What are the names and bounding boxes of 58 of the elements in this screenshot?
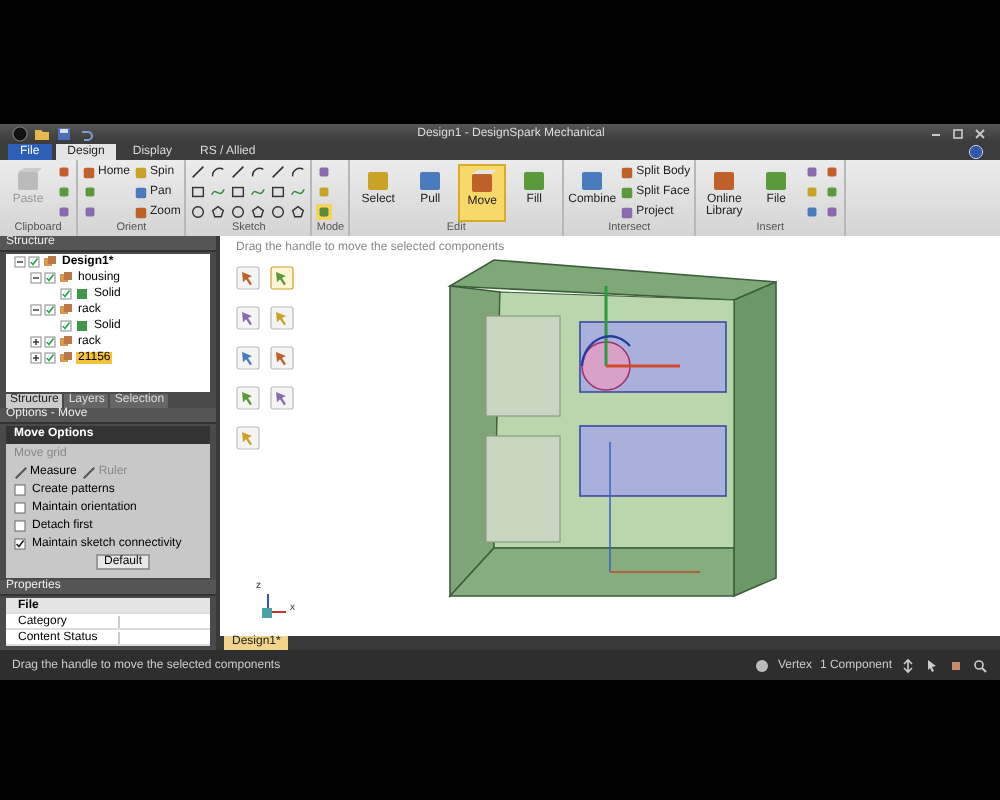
maximize-icon[interactable] — [950, 125, 966, 141]
tool-icon — [468, 167, 497, 195]
tool-icon[interactable] — [316, 204, 333, 220]
line-tool-icon[interactable] — [230, 164, 247, 180]
save-icon[interactable] — [56, 125, 72, 141]
checkbox[interactable] — [44, 336, 56, 348]
line-tool-icon[interactable] — [270, 164, 287, 180]
checkbox[interactable] — [60, 288, 72, 300]
tool-icon[interactable] — [316, 164, 333, 180]
checkbox[interactable] — [14, 538, 26, 551]
expander-icon[interactable] — [30, 272, 42, 284]
axis-triad-icon — [256, 592, 288, 624]
circle-tool-icon[interactable] — [230, 204, 247, 220]
magnifier-icon[interactable] — [972, 657, 988, 673]
tool-icon[interactable] — [270, 346, 294, 370]
checkbox[interactable] — [14, 520, 26, 533]
rectangle-tool-icon[interactable] — [190, 184, 207, 200]
ruler-icon — [14, 465, 28, 480]
ruler-icon — [82, 465, 97, 480]
polygon-tool-icon[interactable] — [250, 204, 267, 220]
expander-icon[interactable] — [14, 256, 26, 268]
rectangle-tool-icon[interactable] — [230, 184, 247, 200]
rectangle-tool-icon[interactable] — [270, 184, 287, 200]
undo-icon[interactable] — [78, 125, 94, 141]
checkbox[interactable] — [14, 502, 26, 515]
tool-icon[interactable] — [236, 426, 260, 450]
checkbox[interactable] — [44, 352, 56, 364]
checkbox[interactable] — [44, 272, 56, 284]
polygon-tool-icon[interactable] — [210, 204, 227, 220]
circle-tool-icon[interactable] — [270, 204, 287, 220]
circle-tool-icon[interactable] — [190, 204, 207, 220]
tool-icon[interactable] — [270, 266, 294, 290]
expander-icon[interactable] — [30, 336, 42, 348]
cube-icon[interactable] — [948, 657, 964, 673]
polygon-tool-icon[interactable] — [290, 204, 307, 220]
tool-icon[interactable] — [236, 386, 260, 410]
arc-tool-icon[interactable] — [290, 164, 307, 180]
tool-icon — [14, 165, 42, 193]
help-icon[interactable] — [968, 144, 984, 160]
arrows-icon[interactable] — [900, 657, 916, 673]
line-tool-icon[interactable] — [190, 164, 207, 180]
tool-icon[interactable] — [236, 346, 260, 370]
expander-icon[interactable] — [30, 304, 42, 316]
cursor-icon[interactable] — [924, 657, 940, 673]
sphere-icon[interactable] — [753, 657, 770, 673]
checkbox[interactable] — [14, 484, 26, 497]
close-icon[interactable] — [972, 125, 988, 141]
checkbox[interactable] — [28, 256, 40, 268]
tool-icon[interactable] — [270, 306, 294, 330]
arc-tool-icon[interactable] — [250, 164, 267, 180]
checkbox[interactable] — [44, 304, 56, 316]
app-logo-icon — [12, 125, 28, 141]
arc-tool-icon[interactable] — [210, 164, 227, 180]
tool-icon[interactable] — [270, 386, 294, 410]
tool-icon[interactable] — [236, 266, 260, 290]
expander-icon[interactable] — [30, 352, 42, 364]
tool-icon[interactable] — [236, 306, 260, 330]
checkbox[interactable] — [60, 320, 72, 332]
